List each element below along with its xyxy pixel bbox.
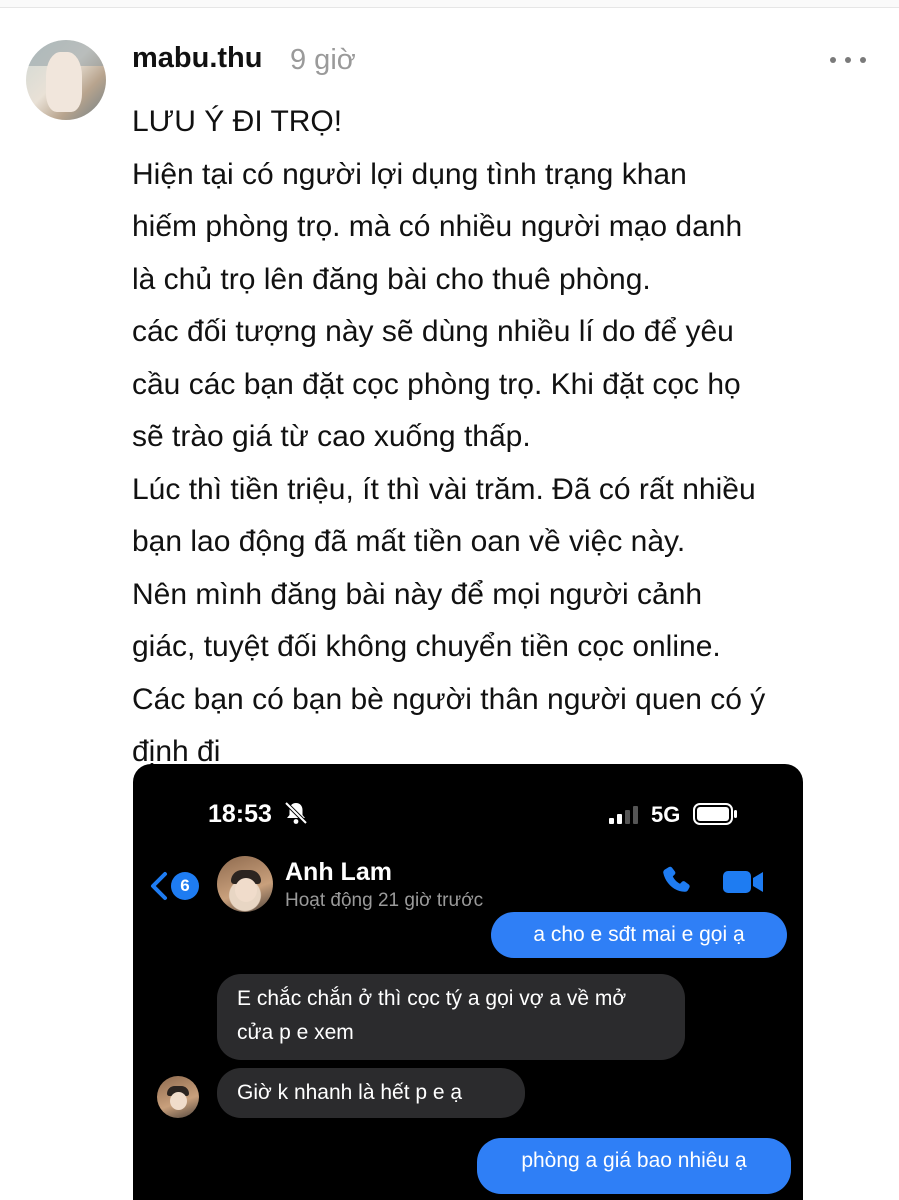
post-line: Các bạn có bạn bè người thân người quen … bbox=[132, 682, 766, 716]
post-line: hiếm phòng trọ. mà có nhiều người mạo da… bbox=[132, 210, 743, 243]
post-line: Nên mình đăng bài này để mọi người cảnh bbox=[132, 577, 703, 611]
avatar-figure bbox=[46, 52, 82, 112]
contact-avatar[interactable] bbox=[217, 856, 273, 912]
back-chevron-icon bbox=[151, 872, 167, 900]
post-line: Hiện tại có người lợi dụng tình trạng kh… bbox=[132, 157, 687, 191]
post-username[interactable]: mabu.thu bbox=[132, 42, 263, 75]
network-type: 5G bbox=[651, 802, 681, 827]
message-outgoing[interactable]: phòng a giá bao nhiêu ạ bbox=[477, 1138, 791, 1194]
battery-icon bbox=[693, 803, 737, 825]
top-divider bbox=[0, 0, 899, 8]
phone-icon[interactable] bbox=[661, 864, 693, 896]
avatar-face bbox=[235, 878, 257, 902]
contact-name[interactable]: Anh Lam bbox=[285, 858, 392, 887]
signal-icon bbox=[609, 806, 638, 824]
user-avatar[interactable] bbox=[26, 40, 106, 120]
post-body: LƯU Ý ĐI TRỌ! Hiện tại có người lợi dụng… bbox=[132, 96, 882, 779]
post-line: giác, tuyệt đối không chuyển tiền cọc on… bbox=[132, 630, 721, 663]
message-incoming[interactable]: Giờ k nhanh là hết p e ạ bbox=[217, 1068, 525, 1118]
unread-badge: 6 bbox=[171, 872, 199, 900]
post-line: cầu các bạn đặt cọc phòng trọ. Khi đặt c… bbox=[132, 367, 741, 401]
message-outgoing[interactable]: a cho e sđt mai e gọi ạ bbox=[491, 912, 787, 958]
message-incoming[interactable]: E chắc chắn ở thì cọc tý a gọi vợ a về m… bbox=[217, 974, 685, 1060]
post-line: là chủ trọ lên đăng bài cho thuê phòng. bbox=[132, 262, 651, 296]
video-camera-icon[interactable] bbox=[721, 868, 765, 896]
back-button[interactable]: 6 bbox=[149, 868, 205, 904]
avatar-face bbox=[170, 1092, 187, 1110]
post-line: các đối tượng này sẽ dùng nhiều lí do để… bbox=[132, 315, 734, 348]
sender-avatar[interactable] bbox=[157, 1076, 199, 1118]
post-line: bạn lao động đã mất tiền oan về việc này… bbox=[132, 525, 686, 558]
post-timestamp: 9 giờ bbox=[290, 44, 356, 76]
bell-slash-icon bbox=[284, 801, 308, 825]
post-line: sẽ trào giá từ cao xuống thấp. bbox=[132, 420, 531, 453]
post-line: Lúc thì tiền triệu, ít thì vài trăm. Đã … bbox=[132, 472, 756, 506]
post-line: LƯU Ý ĐI TRỌ! bbox=[132, 105, 343, 138]
contact-status: Hoạt động 21 giờ trước bbox=[285, 890, 484, 911]
more-horizontal-icon[interactable] bbox=[826, 50, 870, 70]
status-time: 18:53 bbox=[208, 800, 272, 828]
attached-screenshot[interactable]: 18:53 5G 6 Anh Lam Hoạt động 21 giờ trướ… bbox=[133, 764, 803, 1200]
